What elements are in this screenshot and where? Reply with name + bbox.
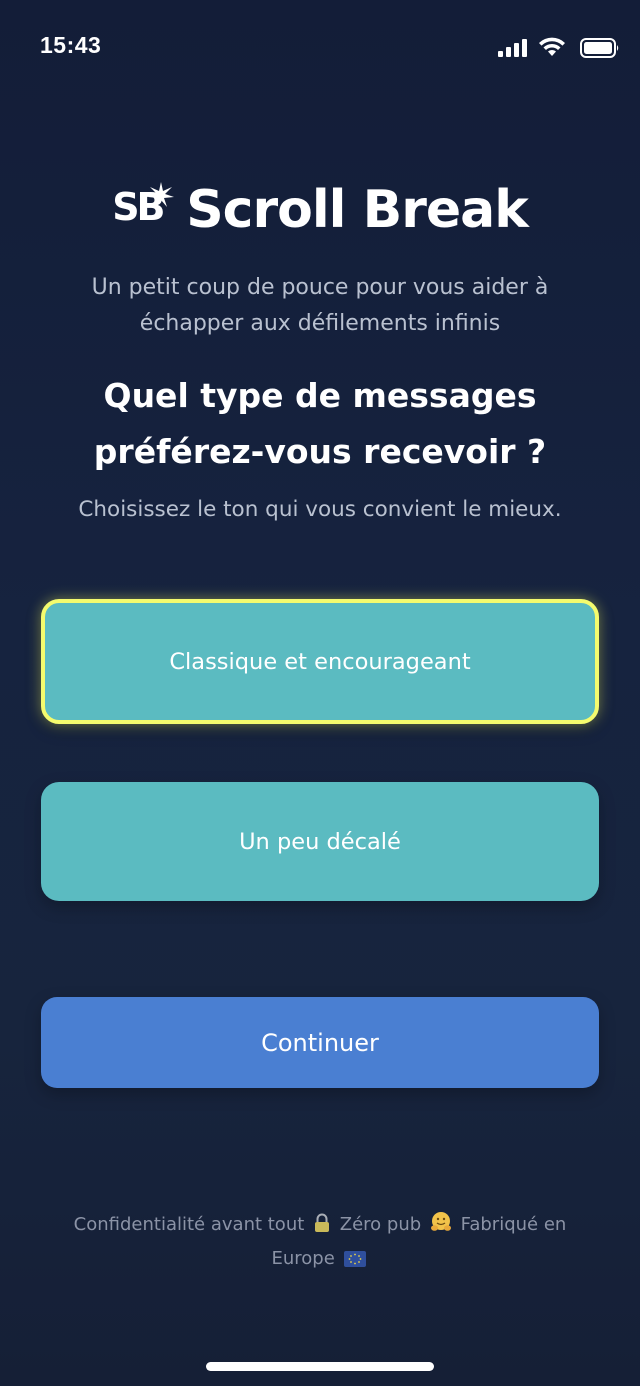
footer-privacy-text: Confidentialité avant tout [73,1214,305,1235]
tagline: Un petit coup de pouce pour vous aider à… [91,275,549,336]
lock-icon [315,1213,330,1232]
onboarding-screen: 15:43 SB Scroll Break Un petit coup de p… [0,0,640,1386]
status-icons [498,37,620,59]
eu-flag-icon [343,1251,366,1267]
option-classique-button[interactable]: Classique et encourageant [41,599,599,724]
continue-label: Continuer [261,1028,379,1057]
footer-note: Confidentialité avant tout Zéro pub Fabr… [50,1208,590,1276]
status-time: 15:43 [40,32,102,58]
status-bar: 15:43 [0,0,640,94]
battery-icon [580,38,619,58]
option-label: Classique et encourageant [169,648,471,675]
question-heading: Quel type de messages préférez-vous rece… [93,376,547,471]
footer-no-ads-text: Zéro pub [339,1214,422,1235]
question-subtitle: Choisissez le ton qui vous convient le m… [78,497,562,522]
app-logo: SB [112,182,175,240]
option-label: Un peu décalé [239,828,401,855]
wifi-icon [539,37,565,56]
app-header: SB Scroll Break [0,178,640,242]
home-indicator[interactable] [206,1362,434,1371]
hugging-face-icon [430,1212,451,1231]
continue-button[interactable]: Continuer [41,997,599,1088]
app-title: Scroll Break [186,180,529,240]
sparkle-icon [148,182,175,207]
signal-icon [498,39,527,57]
option-decale-button[interactable]: Un peu décalé [41,782,599,901]
